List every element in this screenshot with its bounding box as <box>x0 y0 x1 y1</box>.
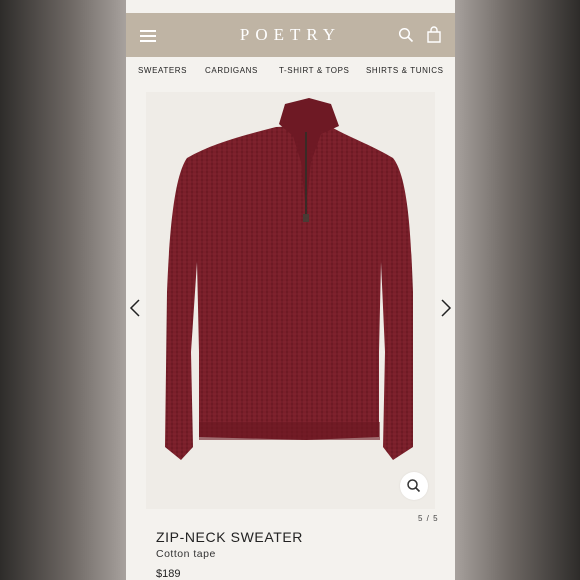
category-nav: SWEATERS CARDIGANS T-SHIRT & TOPS SHIRTS… <box>126 66 455 82</box>
zoom-icon <box>407 479 421 493</box>
nav-item-shirts-tunics[interactable]: SHIRTS & TUNICS <box>366 66 444 75</box>
nav-item-cardigans[interactable]: CARDIGANS <box>205 66 258 75</box>
chevron-left-icon[interactable] <box>129 298 141 318</box>
zoom-button[interactable] <box>400 472 428 500</box>
bag-icon[interactable] <box>426 26 442 43</box>
chevron-right-icon[interactable] <box>440 298 452 318</box>
product-price: $189 <box>156 568 181 580</box>
image-counter: 5 / 5 <box>418 514 439 523</box>
product-image-gallery[interactable] <box>146 92 435 509</box>
product-material: Cotton tape <box>156 548 216 560</box>
product-name: ZIP-NECK SWEATER <box>156 529 304 545</box>
nav-item-sweaters[interactable]: SWEATERS <box>138 66 187 75</box>
nav-item-tshirts-tops[interactable]: T-SHIRT & TOPS <box>279 66 350 75</box>
site-header: POETRY <box>126 13 455 57</box>
product-image <box>165 98 413 460</box>
top-strip <box>126 0 455 13</box>
search-icon[interactable] <box>398 27 414 43</box>
